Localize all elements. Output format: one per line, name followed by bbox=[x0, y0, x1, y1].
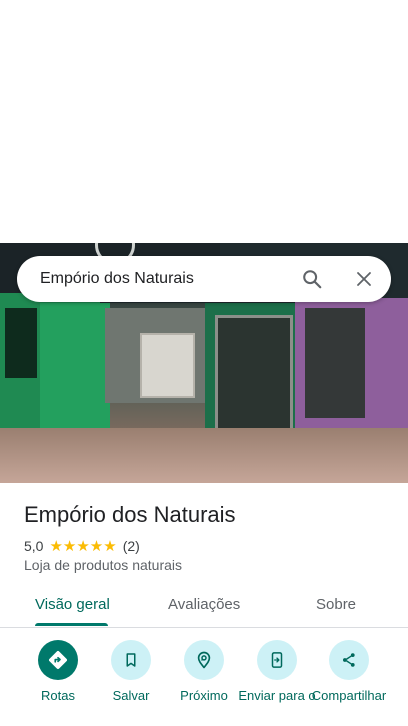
review-count: (2) bbox=[122, 538, 140, 554]
send-to-phone-button[interactable]: Enviar para o bbox=[237, 640, 317, 702]
nearby-label: Próximo bbox=[180, 688, 228, 703]
tab-overview[interactable]: Visão geral bbox=[35, 596, 110, 613]
photo-shelf bbox=[140, 333, 195, 398]
place-title: Empório dos Naturais bbox=[24, 502, 236, 527]
photo-sidewalk bbox=[0, 428, 408, 483]
tab-active-indicator bbox=[35, 623, 108, 626]
save-button[interactable]: Salvar bbox=[91, 640, 171, 702]
photo-green-wall bbox=[40, 303, 110, 433]
search-bar[interactable]: Empório dos Naturais bbox=[17, 256, 391, 302]
photo-side-board bbox=[5, 308, 37, 378]
tab-reviews[interactable]: Avaliações bbox=[168, 596, 240, 613]
tab-about[interactable]: Sobre bbox=[316, 596, 356, 613]
rating-stars: ★★★★★ bbox=[49, 538, 117, 555]
rating-row[interactable]: 5,0 ★★★★★ (2) bbox=[24, 537, 140, 555]
directions-icon bbox=[38, 640, 78, 680]
photo-purple-window bbox=[305, 308, 365, 418]
save-label: Salvar bbox=[112, 688, 150, 703]
photo-door bbox=[215, 315, 293, 433]
share-button[interactable]: Compartilhar bbox=[309, 640, 389, 702]
send-to-phone-icon bbox=[257, 640, 297, 680]
rating-value: 5,0 bbox=[24, 538, 44, 554]
directions-button[interactable]: Rotas bbox=[18, 640, 98, 702]
send-to-phone-label: Enviar para o bbox=[238, 688, 316, 703]
share-label: Compartilhar bbox=[311, 688, 387, 703]
close-icon[interactable] bbox=[353, 268, 375, 290]
search-input[interactable]: Empório dos Naturais bbox=[40, 270, 301, 288]
place-category: Loja de produtos naturais bbox=[24, 557, 182, 573]
share-icon bbox=[329, 640, 369, 680]
directions-label: Rotas bbox=[41, 688, 75, 703]
action-bar: Rotas Salvar Próximo Enviar para o Compa… bbox=[0, 640, 408, 726]
search-icon[interactable] bbox=[301, 268, 323, 290]
tab-bar: Visão geral Avaliações Sobre bbox=[0, 586, 408, 628]
nearby-icon bbox=[184, 640, 224, 680]
bookmark-icon bbox=[111, 640, 151, 680]
nearby-button[interactable]: Próximo bbox=[164, 640, 244, 702]
